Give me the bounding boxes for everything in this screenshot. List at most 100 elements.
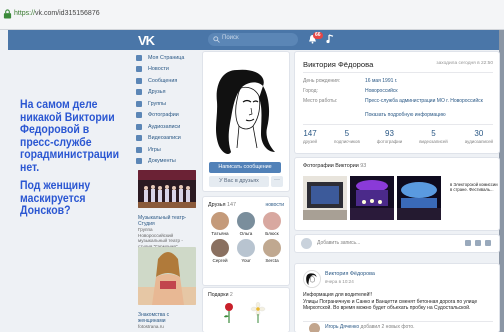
photo-thumbnail[interactable] (350, 176, 394, 220)
search-icon (213, 36, 220, 43)
ad-image-dating (138, 247, 196, 305)
menu-item-games[interactable]: Игры (136, 144, 200, 156)
friend-item[interactable]: Serсta (259, 239, 285, 263)
menu-item-my-page[interactable]: Моя Страница (136, 52, 200, 64)
search-input[interactable]: Поиск (208, 33, 298, 46)
attach-icons (465, 240, 491, 246)
counter-audio[interactable]: 30 аудиозаписей (465, 129, 493, 144)
profile-name: Виктория Фёдорова (303, 60, 374, 69)
profile-counters: 147 друзей 5 подписчиков 93 фотографии 5 вид… (303, 129, 493, 144)
avatar (237, 212, 255, 230)
address-url[interactable]: https://vk.com/id315156876 (14, 10, 100, 17)
work-link[interactable]: Пресс-служба администрации МО г. Новорос… (365, 98, 483, 104)
caption-paragraph-1: На самом деле никакой Виктории Федоровой… (20, 97, 120, 174)
games-icon (136, 146, 142, 153)
browser-address-bar[interactable]: https://vk.com/id315156876 (0, 0, 504, 30)
friend-item[interactable]: Сергей (207, 239, 233, 263)
post-author[interactable]: Виктория Фёдорова (325, 271, 375, 277)
menu-item-video[interactable]: Видеозаписи (136, 133, 200, 145)
ad-block-theatre[interactable]: Музыкальный театр-Студия Группа Новоросс… (138, 170, 198, 249)
vk-logo[interactable]: VK (138, 33, 155, 48)
show-details-link[interactable]: Показать подробную информацию (365, 112, 446, 118)
groups-icon (136, 100, 142, 107)
post-text: Информация для водителей!! Улицы Пограни… (303, 292, 478, 312)
search-placeholder: Поиск (222, 35, 239, 41)
photos-title[interactable]: Фотографии Виктории 93 (303, 163, 366, 169)
avatar[interactable] (303, 270, 321, 288)
home-icon (136, 54, 142, 61)
ad-title[interactable]: Знакомства с женщинами (138, 312, 198, 324)
photo-thumbnail[interactable] (397, 176, 441, 220)
profile-avatar[interactable] (207, 56, 285, 160)
photo-thumbnail[interactable] (303, 176, 347, 220)
wall-post: Виктория Фёдорова вчера в 10:24 Информац… (295, 264, 499, 332)
menu-item-messages[interactable]: Сообщения (136, 75, 200, 87)
lock-icon (3, 9, 12, 19)
gifts-title[interactable]: Подарки 2 (208, 292, 233, 298)
notifications-badge: 66 (313, 32, 323, 39)
profile-avatar-card: Написать сообщение У Вас в друзьях ··· (203, 52, 289, 191)
menu-item-friends[interactable]: Друзья (136, 87, 200, 99)
photo-caption: в Электорской комиссии в стране. Фестива… (450, 182, 498, 192)
avatar (237, 239, 255, 257)
counter-friends[interactable]: 147 друзей (303, 129, 317, 144)
music-icon[interactable] (326, 34, 334, 44)
music-note-icon[interactable] (485, 240, 491, 246)
friends-icon (136, 89, 142, 96)
caption-paragraph-2: Под женщину маскируется Донсков? (20, 178, 91, 217)
friend-item[interactable]: Your (233, 239, 259, 263)
city-link[interactable]: Новороссийск (365, 88, 398, 94)
video-icon[interactable] (475, 240, 481, 246)
counter-followers[interactable]: 5 подписчиков (334, 129, 360, 144)
friends-status-button[interactable]: У Вас в друзьях (209, 176, 269, 187)
more-actions-button[interactable]: ··· (271, 176, 283, 187)
menu-item-news[interactable]: Новости (136, 64, 200, 76)
menu-item-groups[interactable]: Группы (136, 98, 200, 110)
friend-item[interactable]: Блюск (259, 212, 285, 236)
profile-info-card: Виктория Фёдорова заходила сегодня в 22:… (295, 52, 499, 153)
rose-gift-icon[interactable] (221, 302, 237, 324)
side-menu: Моя Страница Новости Сообщения Друзья Гр… (136, 52, 200, 167)
post-activity: Игорь Дяченко добавил 2 новых фото. (325, 324, 415, 330)
send-message-button[interactable]: Написать сообщение (209, 162, 281, 173)
menu-item-documents[interactable]: Документы (136, 156, 200, 168)
camera-icon[interactable] (465, 240, 471, 246)
new-post-box[interactable]: Добавить запись... (295, 235, 499, 252)
photos-card: Фотографии Виктории 93 в Электорской ком… (295, 158, 499, 230)
overlay-caption: На самом деле никакой Виктории Федоровой… (20, 97, 120, 217)
video-icon (136, 135, 142, 142)
birthday-link[interactable]: 16 мая 1991 г. (365, 78, 397, 84)
divider (303, 321, 493, 322)
divider (303, 124, 493, 125)
last-seen-status: заходила сегодня в 22:50 (436, 61, 493, 66)
music-note-icon (136, 123, 142, 130)
avatar (301, 238, 312, 249)
flower-gift-icon[interactable] (249, 302, 267, 324)
ad-title[interactable]: Музыкальный театр-Студия (138, 215, 198, 227)
camera-icon (136, 112, 142, 119)
friends-news-link[interactable]: новости (265, 202, 284, 208)
new-post-input[interactable]: Добавить запись... (317, 240, 360, 246)
counter-photos[interactable]: 93 фотографии (377, 129, 402, 144)
ad-block-dating[interactable]: Знакомства с женщинами fotostrana.ru (138, 247, 198, 330)
friends-title[interactable]: Друзья 147 (208, 202, 236, 208)
friends-grid: Татьяна Ольга Блюск Сергей Your Serсta (207, 212, 285, 263)
friends-card: Друзья 147 новости Татьяна Ольга Блюск С… (203, 197, 289, 285)
window-edge (499, 30, 504, 332)
ad-image-theatre (138, 170, 196, 208)
vk-header: VK Поиск 66 (8, 30, 499, 50)
message-icon (136, 77, 142, 84)
menu-item-audio[interactable]: Аудиозаписи (136, 121, 200, 133)
activity-author-link[interactable]: Игорь Дяченко (325, 324, 359, 330)
divider (303, 72, 493, 73)
gifts-card: Подарки 2 (203, 288, 289, 332)
counter-videos[interactable]: 5 видеозаписей (419, 129, 448, 144)
friend-item[interactable]: Ольга (233, 212, 259, 236)
friend-item[interactable]: Татьяна (207, 212, 233, 236)
ad-source: fotostrana.ru (138, 324, 164, 329)
post-date[interactable]: вчера в 10:24 (325, 279, 354, 284)
menu-item-photos[interactable]: Фотографии (136, 110, 200, 122)
avatar (211, 212, 229, 230)
avatar[interactable] (309, 323, 320, 332)
avatar (211, 239, 229, 257)
